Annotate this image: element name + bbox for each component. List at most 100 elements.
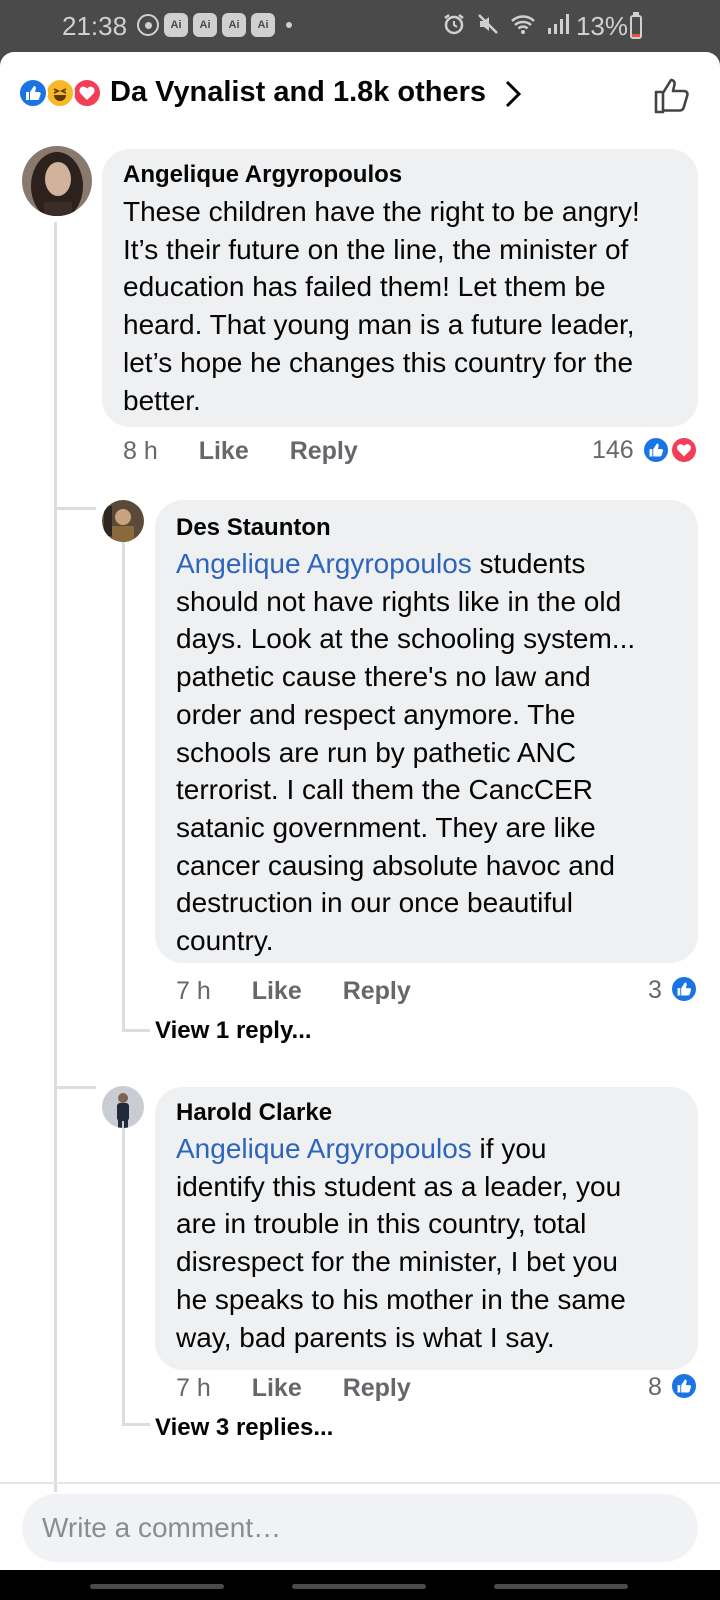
comment-author[interactable]: Angelique Argyropoulos bbox=[123, 161, 402, 189]
mention-link[interactable]: Angelique Argyropoulos bbox=[176, 548, 472, 579]
comment-text-line: Angelique Argyropoulos students bbox=[176, 545, 635, 583]
comment-text-line: schools are run by pathetic ANC bbox=[176, 736, 576, 768]
thread-line bbox=[54, 222, 57, 1492]
notification-icon bbox=[137, 14, 159, 36]
reaction-icons bbox=[18, 78, 104, 110]
reaction-count[interactable]: 146 bbox=[592, 436, 634, 465]
love-reaction-icon bbox=[72, 78, 102, 108]
like-post-button[interactable] bbox=[652, 76, 692, 121]
status-bar: 21:38 Ai Ai Ai Ai 13% bbox=[0, 0, 720, 52]
reaction-count[interactable]: 3 bbox=[648, 976, 662, 1005]
comment-text-line: education has failed them! Let them be bbox=[123, 271, 606, 303]
comment-text-line: should not have rights like in the old bbox=[176, 585, 622, 617]
ai-badge: Ai bbox=[193, 13, 217, 37]
thread-connector bbox=[122, 1423, 150, 1426]
battery-percentage: 13% bbox=[575, 11, 628, 41]
system-nav-bar bbox=[0, 1570, 720, 1600]
comment-time: 7 h bbox=[176, 977, 211, 1005]
view-replies-link[interactable]: View 1 reply... bbox=[155, 1017, 312, 1045]
like-reaction-icon bbox=[18, 78, 48, 108]
comment-text-line: better. bbox=[123, 384, 201, 416]
signal-icon bbox=[546, 12, 570, 36]
view-replies-link[interactable]: View 3 replies... bbox=[155, 1414, 333, 1442]
comment-text: These children have the right to be angr… bbox=[123, 193, 640, 419]
comment-text-segment: if you bbox=[471, 1133, 547, 1164]
comment-input[interactable] bbox=[42, 1494, 682, 1562]
avatar[interactable] bbox=[102, 1086, 144, 1128]
like-comment-button[interactable]: Like bbox=[199, 437, 249, 465]
comment-text-line: way, bad parents is what I say. bbox=[176, 1321, 555, 1353]
comment-bubble[interactable]: Harold Clarke Angelique Argyropoulos if … bbox=[155, 1087, 698, 1370]
comment-text-line: country. bbox=[176, 925, 274, 957]
thread-line bbox=[122, 1120, 125, 1425]
like-reaction-icon bbox=[670, 1372, 698, 1400]
thread-connector bbox=[122, 1029, 150, 1032]
comment-text-line: cancer causing absolute havoc and bbox=[176, 849, 615, 881]
status-notification-icons: Ai Ai Ai Ai bbox=[137, 13, 292, 37]
like-comment-button[interactable]: Like bbox=[252, 977, 302, 1005]
comment-text: Angelique Argyropoulos students should n… bbox=[176, 545, 635, 960]
like-reaction-icon bbox=[670, 975, 698, 1003]
comments-sheet: Da Vynalist and 1.8k others Angelique Ar… bbox=[0, 52, 720, 1570]
thread-connector bbox=[54, 507, 96, 510]
chevron-right-icon[interactable] bbox=[504, 79, 522, 114]
comment-text-line: pathetic cause there's no law and bbox=[176, 661, 591, 693]
more-notifications-dot bbox=[286, 22, 292, 28]
back-button[interactable] bbox=[494, 1584, 628, 1589]
wifi-icon bbox=[510, 12, 536, 36]
comment-author[interactable]: Harold Clarke bbox=[176, 1099, 332, 1127]
love-reaction-icon bbox=[670, 436, 698, 464]
ai-badge: Ai bbox=[251, 13, 275, 37]
comment-time: 8 h bbox=[123, 437, 158, 465]
comment-actions: 7 h Like Reply bbox=[176, 977, 445, 1006]
comment-text-line: identify this student as a leader, you bbox=[176, 1170, 622, 1202]
status-time: 21:38 bbox=[62, 11, 128, 41]
avatar[interactable] bbox=[22, 146, 92, 216]
comment-composer[interactable] bbox=[22, 1494, 698, 1562]
composer-divider bbox=[0, 1482, 720, 1484]
alarm-icon bbox=[442, 12, 466, 36]
comment-text-line: he speaks to his mother in the same bbox=[176, 1283, 626, 1315]
comment-actions: 7 h Like Reply bbox=[176, 1374, 445, 1403]
recent-apps-button[interactable] bbox=[90, 1584, 224, 1589]
ai-badge: Ai bbox=[164, 13, 188, 37]
reply-button[interactable]: Reply bbox=[343, 977, 411, 1005]
home-button[interactable] bbox=[292, 1584, 426, 1589]
reply-button[interactable]: Reply bbox=[290, 437, 358, 465]
comment-text-line: heard. That young man is a future leader… bbox=[123, 309, 635, 341]
reply-button[interactable]: Reply bbox=[343, 1374, 411, 1402]
comment-text-segment: students bbox=[471, 548, 586, 579]
mention-link[interactable]: Angelique Argyropoulos bbox=[176, 1133, 472, 1164]
battery-fill bbox=[632, 34, 640, 37]
thread-connector bbox=[54, 1086, 96, 1089]
like-comment-button[interactable]: Like bbox=[252, 1374, 302, 1402]
comment-text: Angelique Argyropoulos if you identify t… bbox=[176, 1130, 626, 1356]
thread-line bbox=[122, 542, 125, 1032]
status-system-icons bbox=[442, 12, 570, 36]
comment-text-line: are in trouble in this country, total bbox=[176, 1208, 587, 1240]
comment-text-line: satanic government. They are like bbox=[176, 811, 596, 843]
comment-text-line: Angelique Argyropoulos if you bbox=[176, 1130, 626, 1168]
comment-text-line: let’s hope he changes this country for t… bbox=[123, 346, 634, 378]
comment-bubble[interactable]: Angelique Argyropoulos These children ha… bbox=[102, 149, 698, 427]
reaction-count[interactable]: 8 bbox=[648, 1373, 662, 1402]
like-reaction-icon bbox=[642, 436, 670, 464]
comment-text-line: It’s their future on the line, the minis… bbox=[123, 233, 629, 265]
avatar[interactable] bbox=[102, 500, 144, 542]
haha-reaction-icon bbox=[45, 78, 75, 108]
reactors-summary[interactable]: Da Vynalist and 1.8k others bbox=[110, 76, 486, 109]
thumbs-up-icon bbox=[654, 78, 689, 114]
comment-text-line: terrorist. I call them the CancCER bbox=[176, 774, 594, 806]
comment-text-line: destruction in our once beautiful bbox=[176, 887, 573, 919]
comment-actions: 8 h Like Reply bbox=[123, 437, 392, 466]
comment-text-line: days. Look at the schooling system... bbox=[176, 623, 636, 655]
reactions-header[interactable]: Da Vynalist and 1.8k others bbox=[0, 52, 720, 142]
comment-text-line: These children have the right to be angr… bbox=[123, 196, 640, 227]
comment-bubble[interactable]: Des Staunton Angelique Argyropoulos stud… bbox=[155, 500, 698, 963]
comment-time: 7 h bbox=[176, 1374, 211, 1402]
battery-icon bbox=[630, 15, 642, 39]
comment-text-line: disrespect for the minister, I bet you bbox=[176, 1246, 618, 1278]
ai-badge: Ai bbox=[222, 13, 246, 37]
comment-author[interactable]: Des Staunton bbox=[176, 514, 331, 542]
comment-text-line: order and respect anymore. The bbox=[176, 698, 576, 730]
